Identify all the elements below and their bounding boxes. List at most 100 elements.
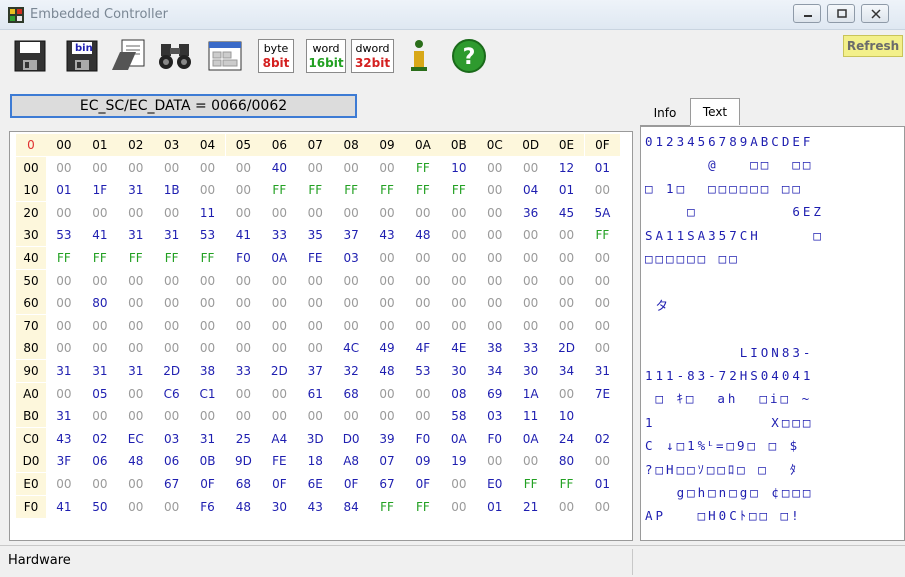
hex-cell: 00 [487, 296, 503, 311]
hex-cell: FF [128, 251, 143, 265]
hex-cell: D0 [342, 431, 360, 446]
hex-cell: 00 [56, 205, 72, 220]
hex-cell: 00 [522, 251, 539, 265]
row-header: 50 [16, 269, 46, 292]
text-view-line: LION83- [645, 344, 814, 360]
hex-cell: 61 [307, 386, 323, 401]
column-header: 02 [117, 134, 154, 156]
hex-cell: 37 [307, 364, 323, 378]
hex-cell: 00 [271, 341, 287, 356]
hex-cell: 48 [128, 454, 144, 469]
hex-cell: FF [559, 477, 574, 491]
hex-cell: 10 [558, 409, 575, 424]
svg-text:?: ? [463, 45, 476, 70]
hex-cell: 33 [522, 341, 539, 356]
hex-cell: 53 [56, 228, 72, 243]
hex-cell: 00 [235, 183, 252, 198]
hex-cell: 00 [522, 296, 539, 311]
hex-cell: 00 [307, 409, 323, 424]
hex-cell: 4C [343, 341, 360, 356]
hex-cell: 00 [56, 386, 72, 401]
hex-cell: 05 [92, 386, 108, 401]
hex-cell: 41 [235, 228, 252, 243]
hex-cell: 00 [271, 386, 287, 401]
hex-cell: 00 [92, 409, 108, 424]
byte-bits-label: 8bit [262, 56, 290, 70]
hex-cell: 06 [92, 454, 108, 469]
dword-32bit-button[interactable]: dword 32bit [351, 39, 394, 73]
hex-cell: 00 [415, 296, 431, 311]
hex-cell: 01 [487, 499, 503, 514]
row-header: 60 [16, 292, 46, 315]
hex-cell: 00 [451, 318, 467, 333]
window-view-button[interactable] [206, 37, 244, 75]
info-button[interactable] [404, 37, 434, 75]
row-header: A0 [16, 382, 46, 405]
hex-cell: 00 [558, 318, 575, 333]
byte-8bit-button[interactable]: byte 8bit [258, 39, 294, 73]
column-header: 01 [81, 134, 118, 156]
hex-cell: 36 [522, 205, 539, 220]
column-header: 09 [369, 134, 405, 156]
hex-cell: 00 [163, 318, 180, 333]
ec-port-address: EC_SC/EC_DATA = 0066/0062 [10, 94, 357, 118]
refresh-button[interactable]: Refresh [843, 35, 903, 57]
hex-cell: 00 [487, 454, 503, 469]
text-view-line: SA11SA357CH □ [645, 227, 824, 243]
help-button[interactable]: ? [450, 37, 488, 75]
hex-cell: E0 [487, 477, 503, 491]
hex-cell: 00 [271, 409, 287, 424]
hex-cell: 00 [199, 183, 216, 198]
hex-cell: 7E [594, 386, 611, 401]
hex-cell: F6 [200, 499, 215, 514]
hex-cell: 00 [379, 205, 395, 220]
word-16bit-button[interactable]: word 16bit [306, 39, 346, 73]
hex-cell: 11 [522, 409, 539, 424]
hex-cell: 31 [594, 364, 611, 378]
hex-cell: 01 [594, 160, 611, 175]
tab-info[interactable]: Info [640, 100, 690, 126]
hex-cell: 00 [163, 273, 180, 288]
hex-cell: 00 [56, 318, 72, 333]
tab-text[interactable]: Text [690, 98, 740, 125]
maximize-button[interactable] [827, 4, 855, 23]
binoculars-icon [159, 44, 191, 69]
hex-cell: 31 [56, 409, 72, 424]
hex-cell: 00 [235, 409, 252, 424]
open-file-button[interactable] [110, 37, 148, 75]
save-button[interactable] [12, 37, 48, 75]
hex-cell: 31 [163, 228, 180, 243]
hex-cell: 00 [199, 409, 216, 424]
column-header: 0F [584, 134, 621, 156]
hex-cell: 00 [271, 296, 287, 311]
close-button[interactable] [861, 4, 889, 23]
hex-cell: 06 [163, 454, 180, 469]
hex-cell: 00 [92, 273, 108, 288]
hex-cell: 00 [594, 296, 611, 311]
hex-cell: 21 [522, 499, 539, 514]
find-button[interactable] [156, 37, 194, 75]
hex-cell: 41 [56, 499, 72, 514]
save-bin-button[interactable]: bin [64, 37, 100, 75]
hex-cell: 48 [235, 499, 252, 514]
hex-cell: 00 [92, 477, 108, 491]
hex-cell: 00 [415, 205, 431, 220]
hex-cell: 43 [307, 499, 323, 514]
hex-cell: 00 [307, 160, 323, 175]
column-header: 04 [189, 134, 226, 156]
hex-cell: FF [523, 477, 538, 491]
hex-cell: 40 [271, 160, 287, 175]
hex-cell: 31 [56, 364, 72, 378]
column-header: 08 [333, 134, 370, 156]
hex-cell: 33 [271, 228, 287, 243]
minimize-button[interactable] [793, 4, 821, 23]
hex-cell: 00 [92, 205, 108, 220]
column-header: 0E [548, 134, 585, 156]
hex-cell: 35 [307, 228, 323, 243]
hex-cell: 00 [235, 273, 252, 288]
hex-cell: 31 [128, 228, 144, 243]
hex-cell: FF [451, 183, 466, 198]
hex-cell: 00 [235, 341, 252, 356]
hex-cell: 2D [558, 341, 575, 356]
hex-cell: 00 [128, 273, 144, 288]
